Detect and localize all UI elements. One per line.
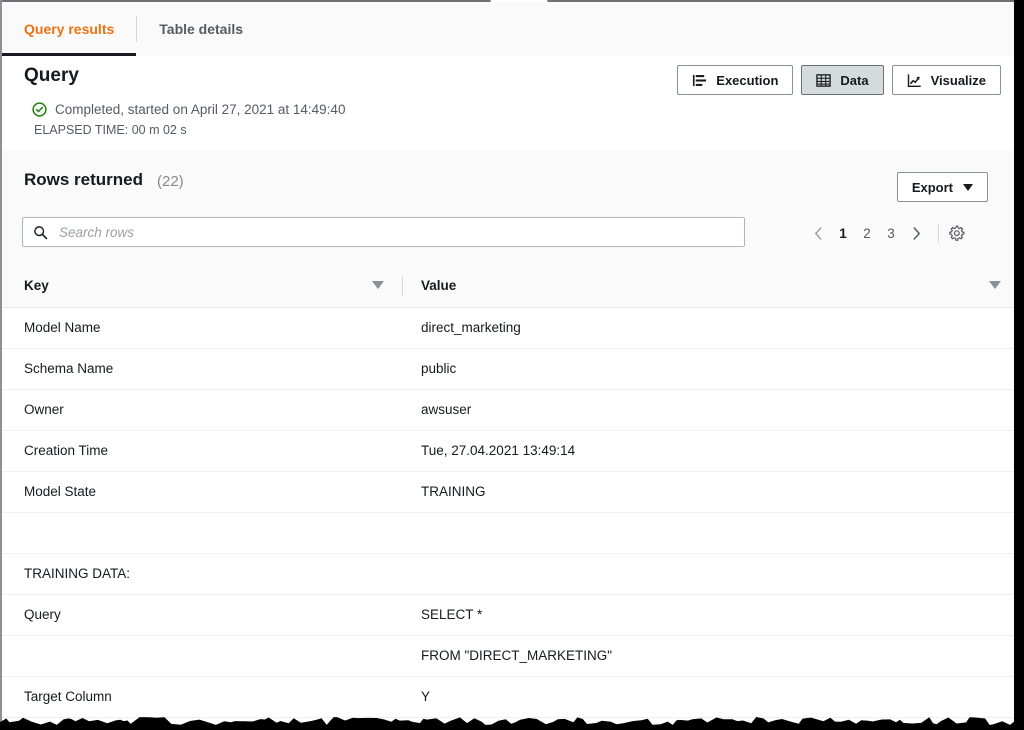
pagination: 1 2 3 <box>805 220 965 246</box>
table-row[interactable]: Schema Name public <box>2 349 1014 390</box>
execution-view-button[interactable]: Execution <box>677 65 794 95</box>
view-mode-buttons: Execution Data Visualize <box>677 65 1001 95</box>
data-view-button[interactable]: Data <box>801 65 884 95</box>
table-cell-value: Tue, 27.04.2021 13:49:14 <box>421 443 576 458</box>
table-cell-value: awsuser <box>421 402 472 417</box>
execution-view-label: Execution <box>716 72 779 88</box>
torn-bottom-edge <box>0 708 1024 730</box>
table-row[interactable]: Query SELECT * <box>2 595 1014 636</box>
tab-query-results-label: Query results <box>24 21 115 37</box>
rows-returned-title: Rows returned <box>24 170 144 189</box>
column-header-key[interactable]: Key <box>24 278 49 293</box>
table-cell-value: TRAINING <box>421 484 486 499</box>
check-circle-icon <box>32 102 47 117</box>
tab-table-details[interactable]: Table details <box>137 2 265 56</box>
table-cell-value: direct_marketing <box>421 320 521 335</box>
visualize-view-label: Visualize <box>930 72 986 88</box>
table-row[interactable]: FROM "DIRECT_MARKETING" <box>2 636 1014 677</box>
query-results-panel: Query results Table details Query Comple… <box>0 0 1024 730</box>
search-rows-box[interactable] <box>22 217 745 247</box>
chevron-right-icon <box>912 226 920 240</box>
table-cell-value: public <box>421 361 457 376</box>
chevron-down-icon <box>963 183 973 191</box>
tab-table-details-label: Table details <box>159 21 244 37</box>
visualize-view-button[interactable]: Visualize <box>891 65 1001 95</box>
table-row[interactable] <box>2 513 1014 554</box>
search-input[interactable] <box>57 223 734 241</box>
table-cell-key: Schema Name <box>24 361 114 376</box>
sort-value-icon[interactable] <box>989 281 1001 289</box>
page-2-button[interactable]: 2 <box>855 220 879 246</box>
table-cell-value: FROM "DIRECT_MARKETING" <box>421 648 613 663</box>
chevron-left-icon <box>814 226 822 240</box>
gear-icon <box>949 225 965 241</box>
column-divider <box>402 276 403 296</box>
table-settings-button[interactable] <box>948 225 965 242</box>
table-grid-icon <box>816 73 832 87</box>
table-row[interactable]: Model Name direct_marketing <box>2 308 1014 349</box>
page-3-button[interactable]: 3 <box>879 220 903 246</box>
line-chart-icon <box>907 73 921 87</box>
table-cell-key: Query <box>24 607 61 622</box>
table-body: Model Name direct_marketing Schema Name pub… <box>2 308 1014 718</box>
query-header: Query Completed, started on April 27, 20… <box>2 56 1014 151</box>
export-button[interactable]: Export <box>896 172 988 202</box>
rows-returned-toolbar: Rows returned (22) Export <box>2 150 1014 266</box>
table-cell-key: Target Column <box>24 689 112 704</box>
column-header-value[interactable]: Value <box>421 278 456 293</box>
data-view-label: Data <box>840 72 869 88</box>
table-row[interactable]: Model State TRAINING <box>2 472 1014 513</box>
tab-bar: Query results Table details <box>2 2 1014 57</box>
page-title: Query <box>24 65 79 86</box>
pagination-divider <box>938 223 939 243</box>
page-1-button[interactable]: 1 <box>831 220 855 246</box>
table-row[interactable]: Owner awsuser <box>2 390 1014 431</box>
prev-page-button[interactable] <box>805 220 831 246</box>
execution-list-icon <box>693 74 707 86</box>
table-header-row: Key Value <box>2 265 1014 308</box>
table-cell-key: Model State <box>24 484 97 499</box>
table-row[interactable]: TRAINING DATA: <box>2 554 1014 595</box>
next-page-button[interactable] <box>903 220 929 246</box>
rows-returned-count: (22) <box>157 173 184 190</box>
table-cell-key: Creation Time <box>24 443 109 458</box>
table-cell-key: Owner <box>24 402 64 417</box>
sort-key-icon[interactable] <box>372 281 384 289</box>
query-status-text: Completed, started on April 27, 2021 at … <box>55 102 346 117</box>
search-icon <box>34 225 48 239</box>
table-cell-value: Y <box>421 689 431 704</box>
window-right-border <box>1014 0 1024 730</box>
results-table: Key Value Model Name direct_marketing Sche… <box>2 265 1014 718</box>
table-cell-key: Model Name <box>24 320 101 335</box>
table-row[interactable]: Creation Time Tue, 27.04.2021 13:49:14 <box>2 431 1014 472</box>
table-cell-value: SELECT * <box>421 607 483 622</box>
elapsed-time: ELAPSED TIME: 00 m 02 s <box>34 123 187 137</box>
query-status: Completed, started on April 27, 2021 at … <box>32 102 345 117</box>
export-button-label: Export <box>911 179 953 195</box>
table-cell-key: TRAINING DATA: <box>24 566 131 581</box>
tab-query-results[interactable]: Query results <box>2 2 137 56</box>
